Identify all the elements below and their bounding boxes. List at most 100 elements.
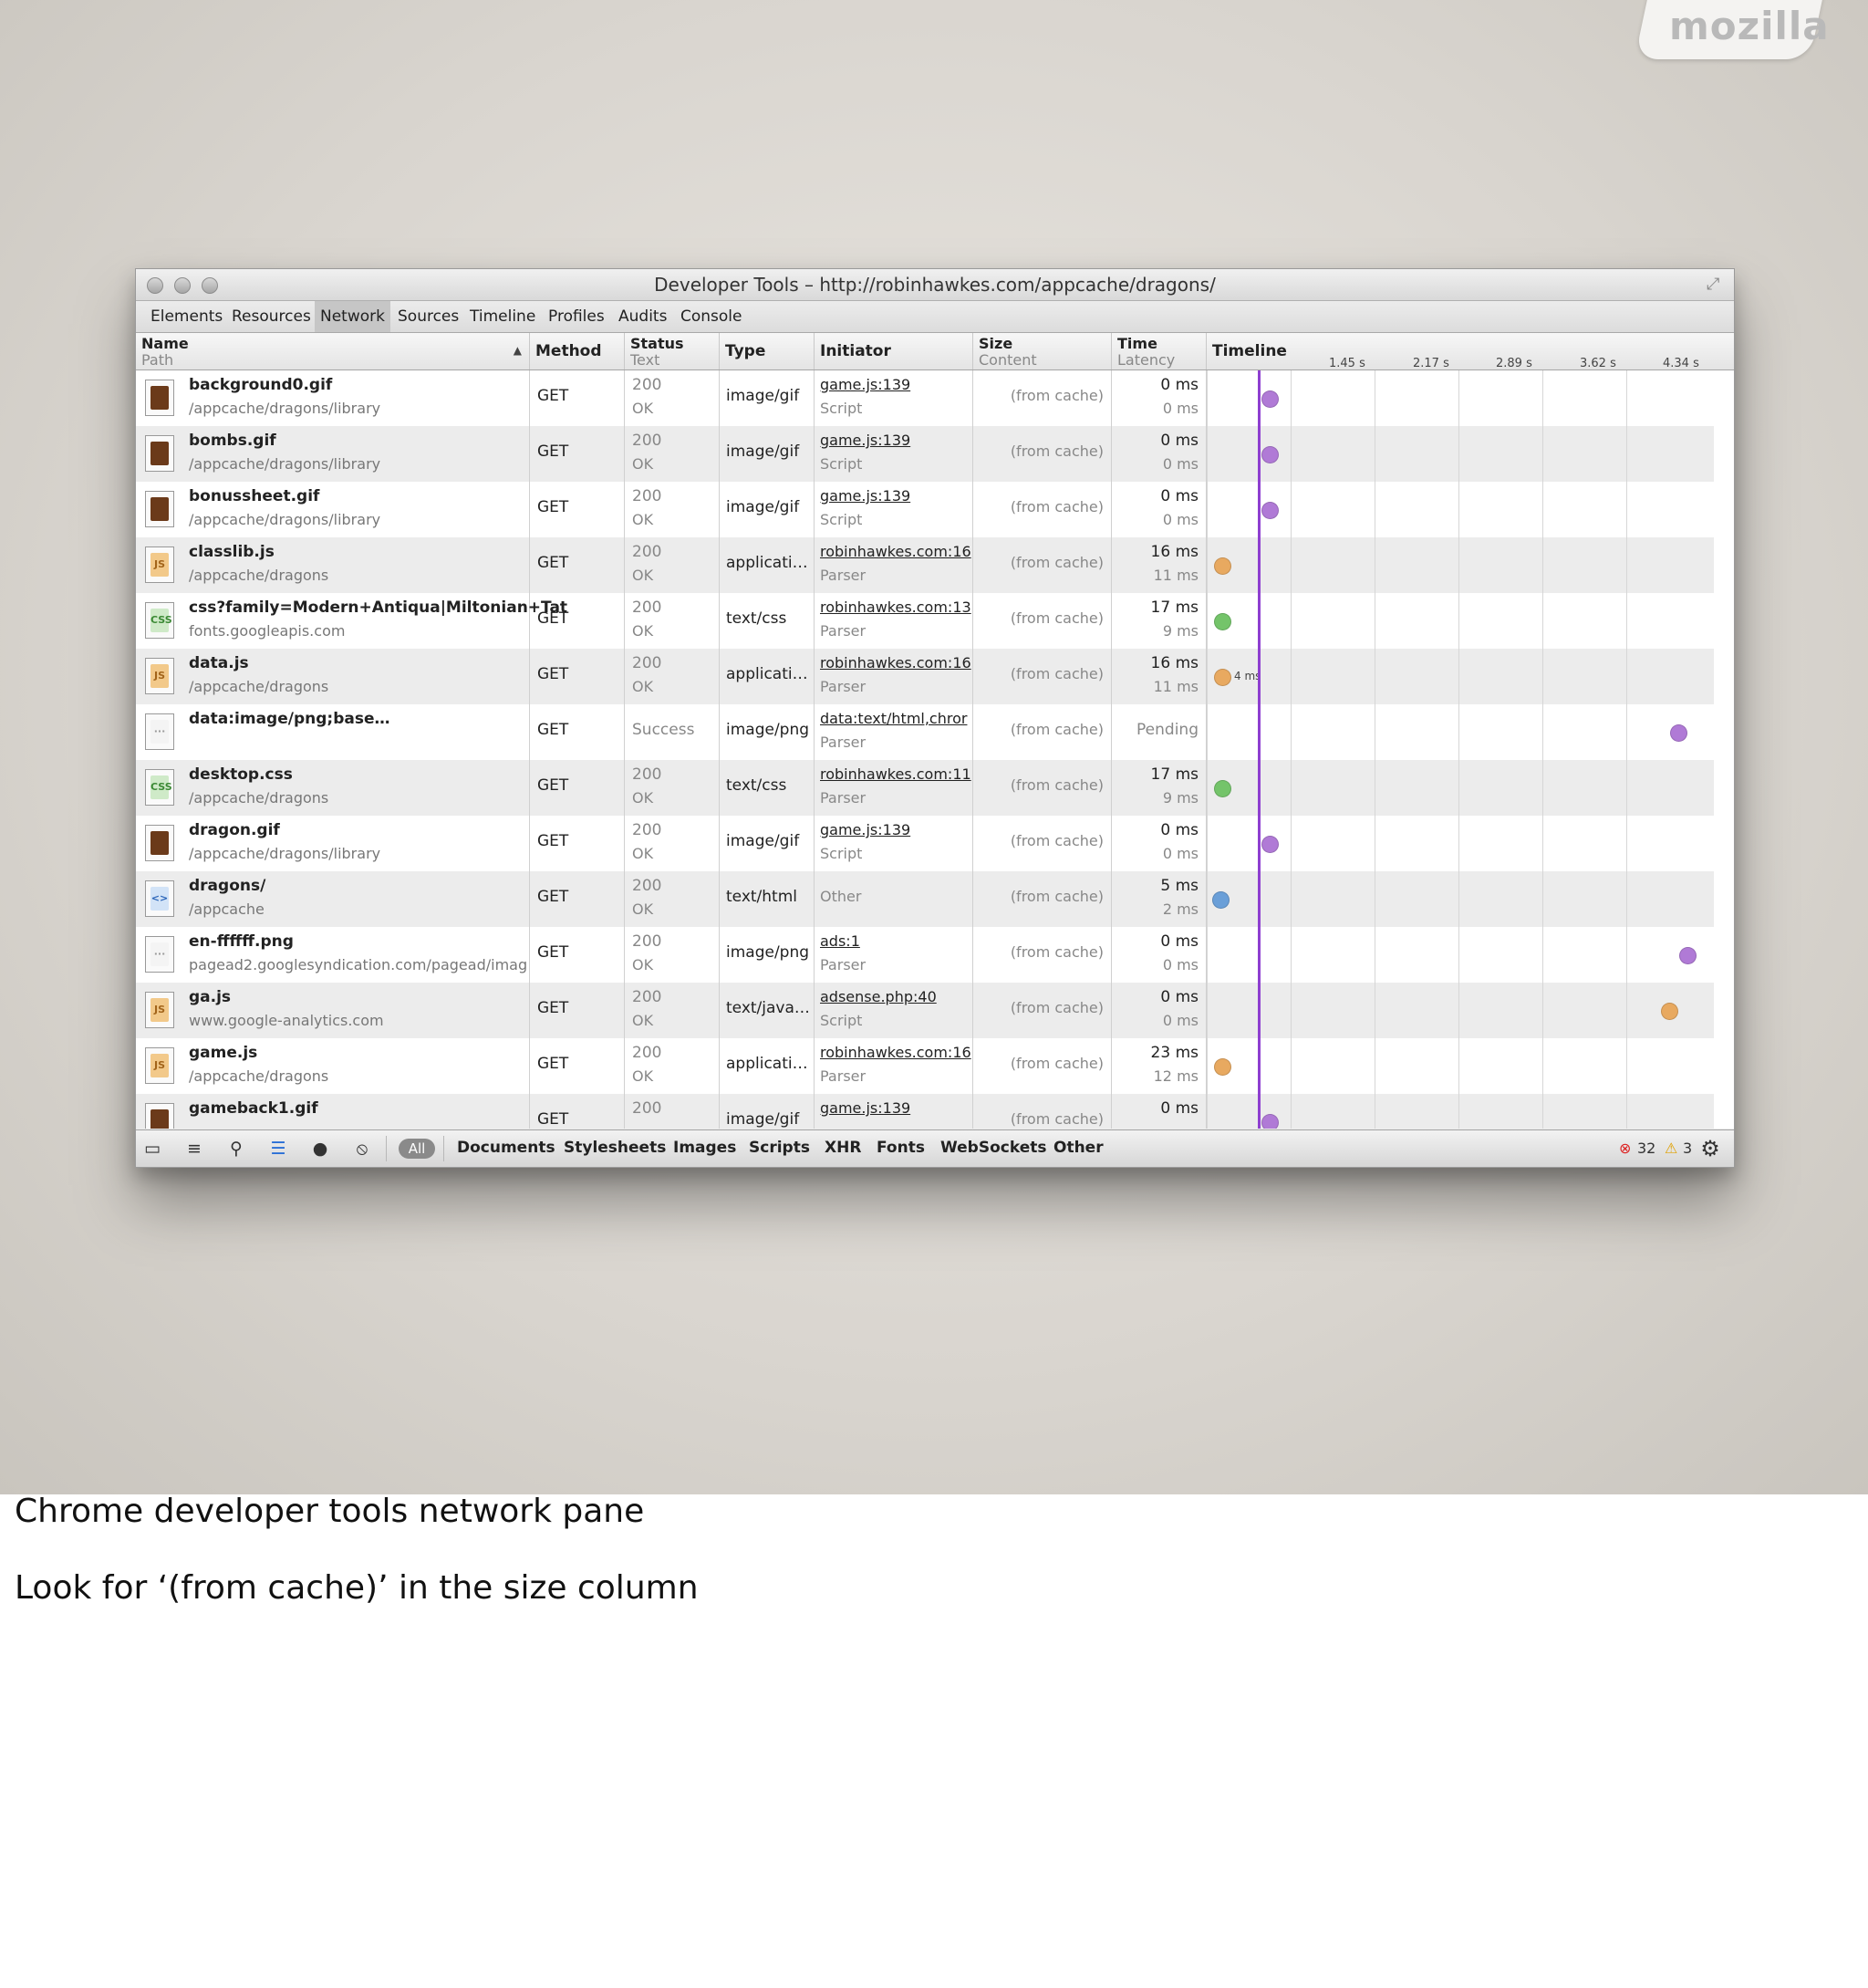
column-header-status[interactable]: Status Text — [625, 333, 720, 369]
timeline-bar[interactable] — [1212, 891, 1230, 909]
tab-console[interactable]: Console — [680, 307, 742, 326]
name-cell[interactable]: bonussheet.gif/appcache/dragons/library — [136, 482, 530, 537]
status-cell: 200 OK — [625, 816, 720, 871]
table-row[interactable]: gameback1.gif GET 200 image/gif game.js:139 (… — [136, 1094, 1714, 1129]
name-cell[interactable]: <> dragons/ /appcache — [136, 871, 530, 927]
warning-count[interactable]: 3 — [1683, 1140, 1692, 1157]
time-cell: 0 ms 0 ms — [1112, 983, 1207, 1038]
timeline-bar[interactable] — [1261, 390, 1279, 408]
name-cell[interactable]: CSS css?family=Modern+Antiqua|Miltonian+T… — [136, 593, 567, 649]
column-header-initiator[interactable]: Initiator — [815, 333, 973, 369]
size-value: (from cache) — [1010, 442, 1104, 460]
column-header-type[interactable]: Type — [720, 333, 815, 369]
fullscreen-icon[interactable]: ⤢ — [1707, 275, 1725, 294]
name-cell[interactable]: ··· data:image/png;base… — [136, 704, 530, 760]
table-row[interactable]: CSS desktop.css/appcache/dragons GET 200 OK t… — [136, 760, 1714, 816]
tab-profiles[interactable]: Profiles — [548, 307, 605, 326]
table-row[interactable]: background0.gif/appcache/dragons/library… — [136, 370, 1714, 426]
gear-icon[interactable]: ⚙ — [1699, 1138, 1721, 1160]
tab-resources[interactable]: Resources — [232, 307, 311, 326]
initiator-link[interactable]: adsense.php:40 — [820, 988, 937, 1005]
initiator-link[interactable]: robinhawkes.com:11 — [820, 765, 971, 783]
record-icon[interactable]: ● — [309, 1138, 331, 1160]
list-view-icon[interactable]: ☰ — [267, 1138, 289, 1160]
initiator-link[interactable]: ads:1 — [820, 932, 860, 950]
column-header-method[interactable]: Method — [530, 333, 625, 369]
initiator-link[interactable]: game.js:139 — [820, 432, 910, 449]
tab-timeline[interactable]: Timeline — [470, 307, 535, 326]
table-row[interactable]: bonussheet.gif/appcache/dragons/library G… — [136, 482, 1714, 537]
time-value: 0 ms — [1160, 1099, 1199, 1118]
timeline-bar[interactable] — [1661, 1003, 1678, 1020]
column-header-time[interactable]: Time Latency — [1112, 333, 1207, 369]
timeline-bar[interactable] — [1214, 613, 1231, 630]
table-row[interactable]: JS ga.js www.google-analytics.com GET 200 OK t… — [136, 983, 1714, 1038]
column-header-size[interactable]: Size Content — [973, 333, 1112, 369]
initiator-link[interactable]: robinhawkes.com:13 — [820, 598, 971, 616]
filter-stylesheets[interactable]: Stylesheets — [564, 1139, 666, 1157]
timeline-bar[interactable] — [1214, 1058, 1231, 1076]
initiator-link[interactable]: game.js:139 — [820, 821, 910, 838]
tab-network[interactable]: Network — [315, 301, 390, 332]
dock-icon[interactable]: ▭ — [141, 1138, 163, 1160]
table-row[interactable]: JS classlib.js/appcache/dragons GET 200 OK ap… — [136, 537, 1714, 593]
timeline-bar[interactable] — [1261, 836, 1279, 853]
timeline-bar[interactable] — [1214, 557, 1231, 575]
filter-scripts[interactable]: Scripts — [749, 1139, 810, 1157]
clear-icon[interactable]: ⦸ — [351, 1138, 373, 1160]
table-row[interactable]: ··· en-ffffff.png pagead2.googlesyndicatio… — [136, 927, 1714, 983]
timeline-bar[interactable] — [1214, 669, 1231, 686]
timeline-bar[interactable] — [1214, 780, 1231, 797]
initiator-link[interactable]: robinhawkes.com:16 — [820, 543, 971, 560]
name-cell[interactable]: CSS desktop.css/appcache/dragons — [136, 760, 530, 816]
initiator-link[interactable]: data:text/html,chror — [820, 710, 967, 727]
search-icon[interactable]: ⚲ — [225, 1138, 247, 1160]
filter-other[interactable]: Other — [1053, 1139, 1104, 1157]
table-row[interactable]: JS data.js/appcache/dragons GET 200 OK applic… — [136, 649, 1714, 704]
table-row[interactable]: CSS css?family=Modern+Antiqua|Miltonian+T… — [136, 593, 1714, 649]
error-icon[interactable]: ⊗ — [1619, 1140, 1631, 1157]
name-cell[interactable]: bombs.gif/appcache/dragons/library — [136, 426, 530, 482]
error-count[interactable]: 32 — [1637, 1140, 1655, 1157]
name-cell[interactable]: JS game.js/appcache/dragons — [136, 1038, 530, 1094]
timeline-bar[interactable] — [1261, 1114, 1279, 1129]
filter-xhr[interactable]: XHR — [825, 1139, 861, 1157]
tab-sources[interactable]: Sources — [398, 307, 459, 326]
initiator-link[interactable]: robinhawkes.com:16 — [820, 1044, 971, 1061]
table-row[interactable]: <> dragons/ /appcache GET 200 OK text/html Othe… — [136, 871, 1714, 927]
console-drawer-icon[interactable]: ≡ — [183, 1138, 205, 1160]
table-row[interactable]: dragon.gif/appcache/dragons/library GET 20… — [136, 816, 1714, 871]
mime-type: applicati… — [726, 554, 808, 572]
name-cell[interactable]: gameback1.gif — [136, 1094, 530, 1129]
name-cell[interactable]: JS data.js/appcache/dragons — [136, 649, 530, 704]
table-row[interactable]: bombs.gif/appcache/dragons/library GET 200… — [136, 426, 1714, 482]
name-cell[interactable]: dragon.gif/appcache/dragons/library — [136, 816, 530, 871]
column-header-timeline[interactable]: Timeline 1.45 s 2.17 s 2.89 s 3.62 s 4.3… — [1207, 333, 1714, 370]
column-header-name[interactable]: Name Path ▲ — [136, 333, 530, 369]
initiator-link[interactable]: game.js:139 — [820, 1099, 910, 1117]
name-cell[interactable]: JS ga.js www.google-analytics.com — [136, 983, 530, 1038]
timeline-bar[interactable] — [1261, 446, 1279, 463]
name-cell[interactable]: background0.gif/appcache/dragons/library — [136, 370, 530, 426]
filter-images[interactable]: Images — [673, 1139, 736, 1157]
size-cell: (from cache) — [973, 537, 1112, 593]
table-row[interactable]: JS game.js/appcache/dragons GET 200 OK applic… — [136, 1038, 1714, 1094]
table-row[interactable]: ··· data:image/png;base… GET Success image/p… — [136, 704, 1714, 760]
resource-name: dragons/ — [189, 877, 266, 895]
name-cell[interactable]: ··· en-ffffff.png pagead2.googlesyndicatio… — [136, 927, 530, 983]
timeline-bar[interactable] — [1679, 947, 1697, 964]
initiator-link[interactable]: game.js:139 — [820, 376, 910, 393]
latency-value: 11 ms — [1153, 567, 1199, 584]
warning-icon[interactable]: ⚠ — [1665, 1140, 1677, 1157]
tab-elements[interactable]: Elements — [150, 307, 223, 326]
timeline-bar[interactable] — [1670, 724, 1687, 742]
filter-documents[interactable]: Documents — [457, 1139, 555, 1157]
initiator-link[interactable]: robinhawkes.com:16 — [820, 654, 971, 671]
filter-fonts[interactable]: Fonts — [877, 1139, 925, 1157]
tab-audits[interactable]: Audits — [618, 307, 667, 326]
timeline-bar[interactable] — [1261, 502, 1279, 519]
name-cell[interactable]: JS classlib.js/appcache/dragons — [136, 537, 530, 593]
initiator-link[interactable]: game.js:139 — [820, 487, 910, 505]
filter-websockets[interactable]: WebSockets — [940, 1139, 1046, 1157]
filter-all-button[interactable]: All — [399, 1139, 435, 1159]
